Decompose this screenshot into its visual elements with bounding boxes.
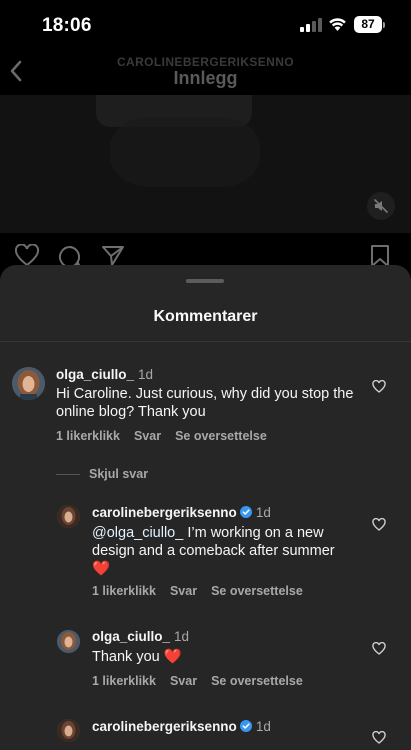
username-text[interactable]: olga_ciullo_	[56, 367, 134, 382]
wifi-icon	[329, 18, 346, 31]
mute-icon	[374, 199, 388, 213]
translate-button[interactable]: Se oversettelse	[211, 674, 303, 688]
comment-text-content: Thank you	[92, 649, 160, 665]
like-heart-icon[interactable]	[372, 518, 386, 531]
comment-text: Hi Caroline. Just curious, why did you s…	[56, 385, 361, 421]
comment-username[interactable]: olga_ciullo_ 1d	[56, 367, 153, 382]
translate-button[interactable]: Se oversettelse	[211, 584, 303, 598]
mute-button[interactable]	[367, 192, 395, 220]
reply-button[interactable]: Svar	[134, 429, 161, 443]
avatar[interactable]	[12, 367, 45, 400]
thread-line	[56, 474, 80, 476]
comments-sheet: Kommentarer olga_ciullo_ 1d Hi Caroline. …	[0, 265, 411, 750]
post-image	[0, 95, 411, 233]
comment-time: 1d	[174, 629, 190, 644]
likes-count[interactable]: 1 likerklikk	[56, 429, 120, 443]
status-time: 18:06	[42, 15, 92, 36]
header-account-name: CAROLINEBERGERIKSENNO	[116, 55, 295, 69]
hide-replies-label[interactable]: Skjul svar	[89, 467, 148, 481]
avatar[interactable]	[57, 719, 80, 742]
sheet-title: Kommentarer	[153, 308, 258, 325]
header-title: Innlegg	[173, 68, 238, 88]
likes-count[interactable]: 1 likerklikk	[92, 584, 156, 598]
comment-username[interactable]: carolinebergeriksenno 1d	[92, 505, 271, 520]
comment-text-content: Hi Caroline. Just curious, why did you s…	[56, 386, 354, 420]
verified-icon	[239, 506, 252, 518]
comment-text: @olga_ciullo_ I’m working on a new desig…	[92, 524, 362, 578]
username-text[interactable]: olga_ciullo_	[92, 629, 170, 644]
sheet-grabber[interactable]	[186, 279, 224, 283]
comment-meta: 1 likerklikk Svar Se oversettelse	[92, 584, 317, 598]
hide-replies-button[interactable]: Skjul svar	[56, 467, 148, 481]
comment-time: 1d	[138, 367, 154, 382]
avatar[interactable]	[57, 505, 80, 528]
battery-indicator: 87	[354, 16, 382, 33]
post-image-shadow	[110, 117, 260, 187]
heart-emoji: ❤️	[92, 561, 111, 577]
mention-link[interactable]: @olga_ciullo_	[92, 525, 183, 541]
comment-username[interactable]: olga_ciullo_ 1d	[92, 629, 189, 644]
comment-text: Thank you ❤️	[92, 648, 362, 666]
comment-meta: 1 likerklikk Svar Se oversettelse	[92, 674, 317, 688]
status-bar: 18:06 87	[0, 0, 411, 50]
heart-emoji: ❤️	[163, 649, 182, 665]
verified-icon	[239, 720, 252, 732]
like-heart-icon[interactable]	[372, 380, 386, 393]
comment-meta: 1 likerklikk Svar Se oversettelse	[56, 429, 281, 443]
comment-time: 1d	[255, 505, 271, 520]
reply-button[interactable]: Svar	[170, 584, 197, 598]
avatar[interactable]	[57, 630, 80, 653]
username-text[interactable]: carolinebergeriksenno	[92, 719, 237, 734]
username-text[interactable]: carolinebergeriksenno	[92, 505, 237, 520]
comment-time: 1d	[255, 719, 271, 734]
comment-username[interactable]: carolinebergeriksenno 1d	[92, 719, 271, 734]
sheet-divider	[0, 341, 411, 342]
translate-button[interactable]: Se oversettelse	[175, 429, 267, 443]
battery-tip	[383, 22, 385, 28]
like-heart-icon[interactable]	[372, 642, 386, 655]
likes-count[interactable]: 1 likerklikk	[92, 674, 156, 688]
like-heart-icon[interactable]	[372, 731, 386, 744]
signal-icon	[300, 18, 322, 32]
reply-button[interactable]: Svar	[170, 674, 197, 688]
